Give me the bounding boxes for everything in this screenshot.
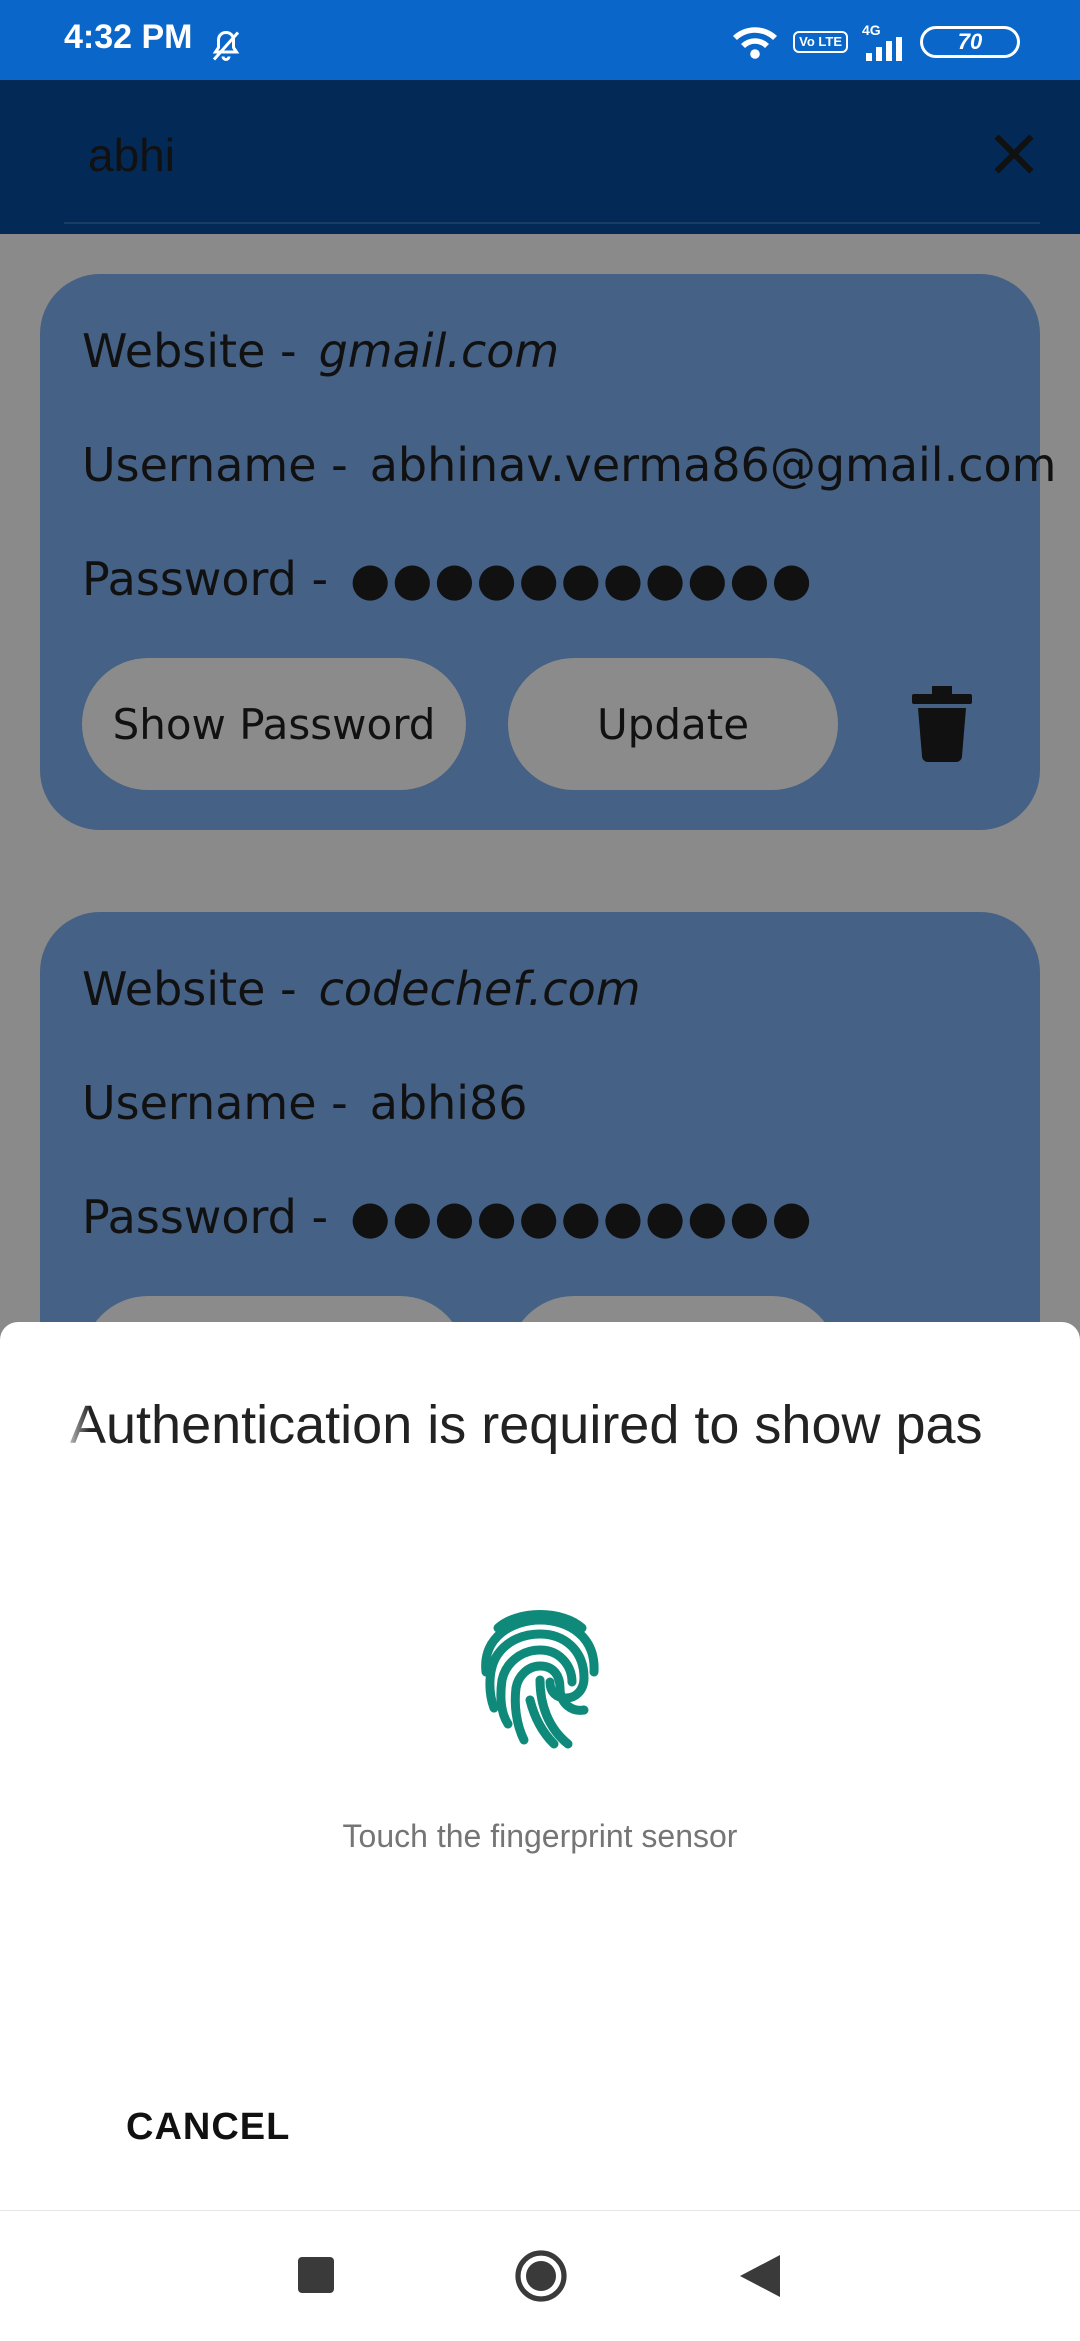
status-indicators: Vo LTE 4G 70 <box>731 22 1020 62</box>
home-icon[interactable] <box>514 2249 568 2303</box>
signal-indicator: 4G <box>862 23 906 61</box>
battery-level: 70 <box>957 29 983 54</box>
website-label: Website - <box>82 962 297 1016</box>
title-fade-right <box>980 1382 1020 1462</box>
back-icon[interactable] <box>740 2255 780 2297</box>
status-time: 4:32 PM <box>64 18 193 56</box>
username-row: Username - abhinav.verma86@gmail.com <box>82 438 1056 492</box>
title-fade-left <box>60 1382 90 1462</box>
website-value: codechef.com <box>318 962 641 1016</box>
wifi-icon <box>733 27 778 59</box>
biometric-dialog: Authentication is required to show pas T… <box>0 1322 1080 2210</box>
username-label: Username - <box>82 438 348 492</box>
username-label: Username - <box>82 1076 348 1130</box>
fingerprint-hint: Touch the fingerprint sensor <box>342 1818 738 1854</box>
username-value: abhi86 <box>369 1076 528 1130</box>
website-value: gmail.com <box>318 324 560 378</box>
status-bar: 4:32 PM Vo LTE 4G 70 <box>0 0 1080 80</box>
update-button[interactable]: Update <box>508 658 838 790</box>
password-label: Password - <box>82 552 329 606</box>
password-row: Password - ●●●●●●●●●●● <box>82 1190 814 1244</box>
password-value: ●●●●●●●●●●● <box>350 1190 814 1244</box>
credential-card: Website - gmail.com Username - abhinav.ver… <box>40 274 1056 830</box>
navigation-bar <box>0 2210 1080 2341</box>
fingerprint-icon <box>481 1610 599 1749</box>
username-row: Username - abhi86 <box>82 1076 528 1130</box>
notifications-muted-icon <box>212 30 240 61</box>
volte-badge: Vo LTE <box>793 31 848 53</box>
search-toolbar: abhi <box>0 80 1080 234</box>
password-row: Password - ●●●●●●●●●●● <box>82 552 814 606</box>
search-underline <box>64 222 1040 224</box>
password-label: Password - <box>82 1190 329 1244</box>
website-row: Website - codechef.com <box>82 962 641 1016</box>
username-value: abhinav.verma86@gmail.com <box>369 438 1057 492</box>
dialog-title-text: Authentication is required to show pas <box>70 1395 983 1455</box>
website-label: Website - <box>82 324 297 378</box>
delete-icon[interactable] <box>912 686 972 762</box>
dialog-title: Authentication is required to show pas <box>60 1394 1020 1464</box>
signal-icon <box>866 37 902 61</box>
battery-indicator: 70 <box>920 26 1020 58</box>
password-value: ●●●●●●●●●●● <box>350 552 814 606</box>
recents-icon[interactable] <box>298 2257 334 2293</box>
close-icon[interactable] <box>984 124 1044 184</box>
network-type: 4G <box>862 22 881 38</box>
cancel-button[interactable]: CANCEL <box>126 2106 290 2149</box>
search-input[interactable]: abhi <box>88 128 175 182</box>
show-password-button[interactable]: Show Password <box>82 658 466 790</box>
website-row: Website - gmail.com <box>82 324 559 378</box>
